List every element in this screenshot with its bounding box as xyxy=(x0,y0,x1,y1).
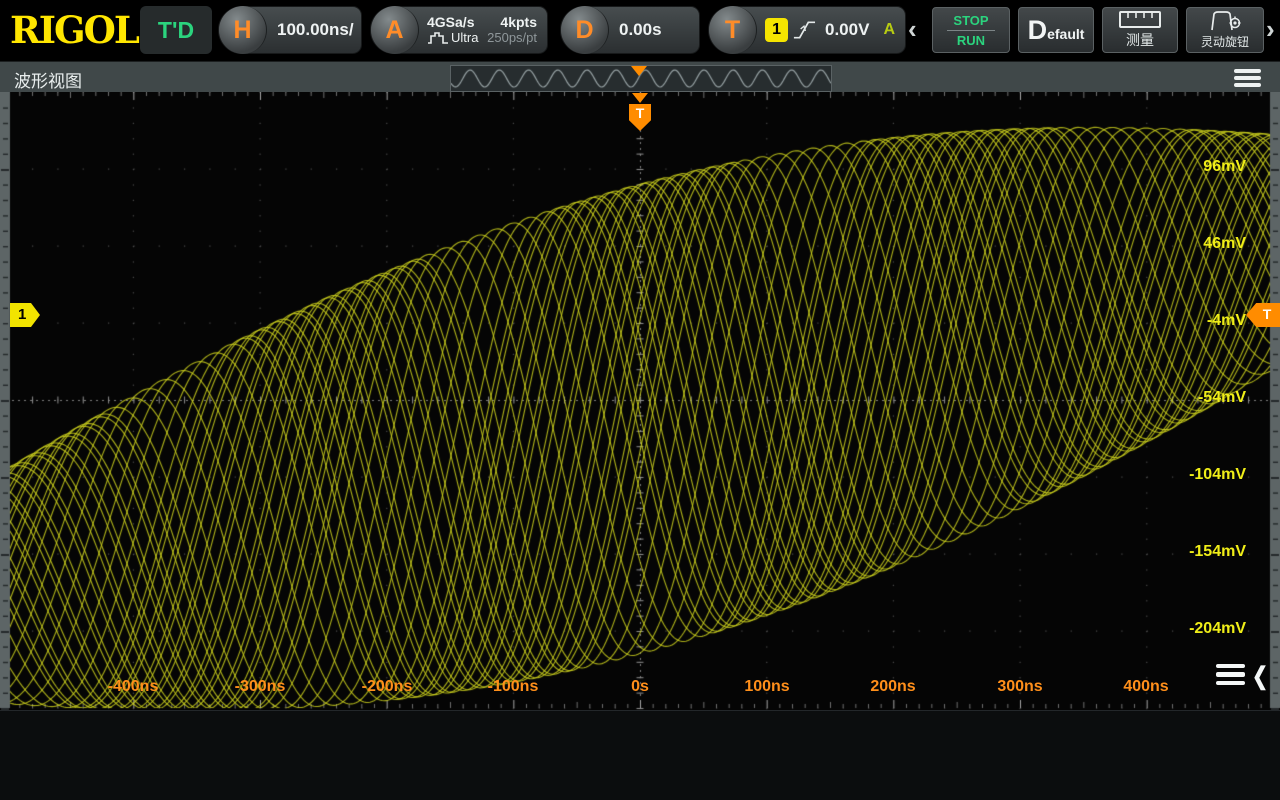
graticule-menu-icon[interactable]: ❮ xyxy=(1216,662,1270,691)
view-title-bar: 波形视图 xyxy=(0,61,1280,92)
trigger-pill[interactable]: T 1 0.00V A xyxy=(708,6,906,54)
rising-edge-icon xyxy=(792,16,817,44)
acquisition-button[interactable]: A xyxy=(371,6,419,54)
delay-button[interactable]: D xyxy=(561,6,609,54)
default-label-initial: D xyxy=(1028,15,1048,46)
ruler-icon xyxy=(1119,11,1161,28)
acquisition-mode-value: Ultra xyxy=(451,30,478,45)
collapse-chevron-icon: ❮ xyxy=(1252,662,1268,691)
sample-rate-value: 4GSa/s xyxy=(427,15,474,30)
volt-axis-label: 96mV xyxy=(1166,158,1246,176)
time-axis-label: 0s xyxy=(595,678,685,696)
time-axis-label: 200ns xyxy=(848,678,938,696)
stop-label: STOP xyxy=(953,13,988,28)
delay-value: 0.00s xyxy=(609,20,674,40)
trigger-level-value: 0.00V xyxy=(817,20,881,40)
knob-icon xyxy=(1208,11,1242,31)
horizontal-scale-value: 100.00ns/ xyxy=(267,20,366,40)
volt-axis-label: -204mV xyxy=(1166,620,1246,638)
smart-knob-button[interactable]: 灵动旋钮 xyxy=(1186,7,1264,53)
time-axis-label: -400ns xyxy=(88,678,178,696)
delay-pill[interactable]: D 0.00s xyxy=(560,6,700,54)
top-toolbar: RIGOL T'D H 100.00ns/ A 4GSa/s 4kpts Ult… xyxy=(0,0,1280,60)
measure-button[interactable]: 测量 xyxy=(1102,7,1178,53)
rigol-logo: RIGOL xyxy=(10,8,138,52)
volt-axis-label: -54mV xyxy=(1166,389,1246,407)
volt-axis-label: -104mV xyxy=(1166,466,1246,484)
time-axis-label: 100ns xyxy=(722,678,812,696)
resolution-value: 250ps/pt xyxy=(487,30,537,45)
volt-axis-label: -154mV xyxy=(1166,543,1246,561)
trigger-button[interactable]: T xyxy=(709,6,757,54)
preview-trigger-marker[interactable] xyxy=(631,66,647,76)
smart-knob-label: 灵动旋钮 xyxy=(1201,33,1249,50)
memory-depth-value: 4kpts xyxy=(500,15,537,30)
run-label: RUN xyxy=(957,33,985,48)
trigger-position-triangle-icon[interactable] xyxy=(632,93,648,103)
horizontal-button[interactable]: H xyxy=(219,6,267,54)
stop-run-divider xyxy=(947,30,995,31)
toolbar-scroll-right[interactable]: › xyxy=(1266,14,1275,45)
step-waveform-icon xyxy=(427,31,449,45)
waveform-display-area[interactable] xyxy=(0,92,1280,710)
time-axis-label: 400ns xyxy=(1101,678,1191,696)
volt-axis-label: -4mV xyxy=(1166,312,1246,330)
time-axis-label: -100ns xyxy=(468,678,558,696)
oscilloscope-screen: RIGOL T'D H 100.00ns/ A 4GSa/s 4kpts Ult… xyxy=(0,0,1280,800)
volt-axis-label: 46mV xyxy=(1166,235,1246,253)
time-axis-label: -300ns xyxy=(215,678,305,696)
measure-label: 测量 xyxy=(1126,30,1154,50)
view-title: 波形视图 xyxy=(14,67,82,92)
time-axis-label: 300ns xyxy=(975,678,1065,696)
trigger-status-badge[interactable]: T'D xyxy=(140,6,212,54)
acquisition-pill[interactable]: A 4GSa/s 4kpts Ultra 250ps/pt xyxy=(370,6,548,54)
trigger-source-badge[interactable]: 1 xyxy=(765,18,788,42)
waveform-canvas[interactable] xyxy=(0,92,1280,710)
trigger-sweep-mode: A xyxy=(883,21,895,39)
stop-run-button[interactable]: STOP RUN xyxy=(932,7,1010,53)
default-label-rest: efault xyxy=(1047,26,1084,42)
toolbar-scroll-left[interactable]: ‹ xyxy=(908,14,917,45)
bottom-status-bar: R CH1 50.00mV/ 54.00mV CH2 50.00mV/ 0.00… xyxy=(0,710,1280,800)
menu-hamburger-icon[interactable] xyxy=(1234,69,1262,90)
default-button[interactable]: Default xyxy=(1018,7,1094,53)
horizontal-pill[interactable]: H 100.00ns/ xyxy=(218,6,362,54)
time-axis-label: -200ns xyxy=(342,678,432,696)
